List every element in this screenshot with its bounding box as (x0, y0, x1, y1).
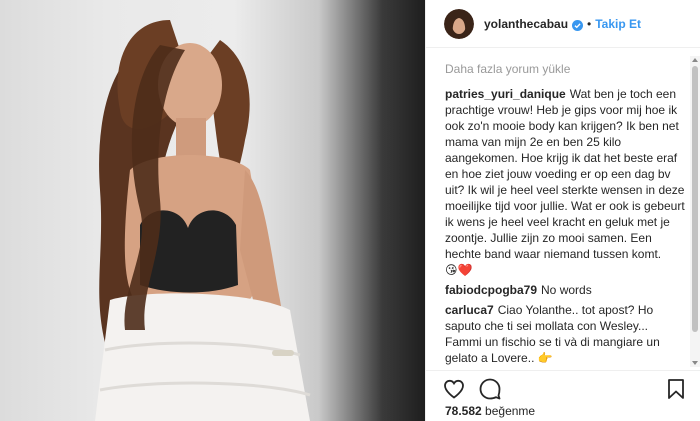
comment-item: fabiodcpogba79 No words (445, 282, 687, 298)
heart-icon (444, 379, 464, 399)
comment-bubble-icon (479, 378, 501, 400)
comment-emoji: 👉 (537, 351, 553, 365)
comments-scrollbar[interactable] (690, 56, 700, 367)
bookmark-icon (668, 379, 684, 399)
likes-label: beğenme (485, 404, 536, 418)
comments-list: Daha fazla yorum yükle patries_yuri_dani… (426, 62, 700, 367)
comment-emoji: 😘❤️ (445, 263, 473, 277)
comment-item: carluca7 Ciao Yolanthe.. tot apost? Ho sa… (445, 302, 687, 366)
scroll-down-arrow-icon[interactable] (692, 361, 698, 365)
username[interactable]: yolanthecabau (484, 17, 568, 31)
comment-username[interactable]: patries_yuri_danique (445, 87, 566, 101)
scroll-up-arrow-icon[interactable] (692, 58, 698, 62)
load-more-comments-link[interactable]: Daha fazla yorum yükle (445, 62, 687, 78)
comment-text: Wat ben je toch een prachtige vrouw! Heb… (445, 87, 685, 261)
post-photo-illustration (95, 20, 311, 421)
avatar-image (444, 8, 474, 39)
save-button[interactable] (664, 377, 688, 401)
follow-button[interactable]: Takip Et (595, 17, 641, 31)
scrollbar-thumb[interactable] (692, 66, 698, 332)
comment-button[interactable] (478, 377, 502, 401)
verified-badge-icon (572, 18, 584, 31)
post-header: yolanthecabau • Takip Et (426, 0, 700, 48)
post-photo[interactable] (0, 0, 425, 421)
likes-number: 78.582 (445, 404, 482, 418)
comment-username[interactable]: fabiodcpogba79 (445, 283, 537, 297)
post-actions (426, 370, 700, 402)
comment-username[interactable]: carluca7 (445, 303, 494, 317)
likes-count[interactable]: 78.582 beğenme (445, 404, 535, 418)
like-button[interactable] (442, 377, 466, 401)
avatar[interactable] (444, 8, 474, 39)
comment-text: No words (541, 283, 592, 297)
separator-dot: • (587, 16, 592, 31)
comment-item: patries_yuri_danique Wat ben je toch een … (445, 86, 687, 278)
post-sidebar: yolanthecabau • Takip Et Daha fazla yoru… (425, 0, 700, 421)
